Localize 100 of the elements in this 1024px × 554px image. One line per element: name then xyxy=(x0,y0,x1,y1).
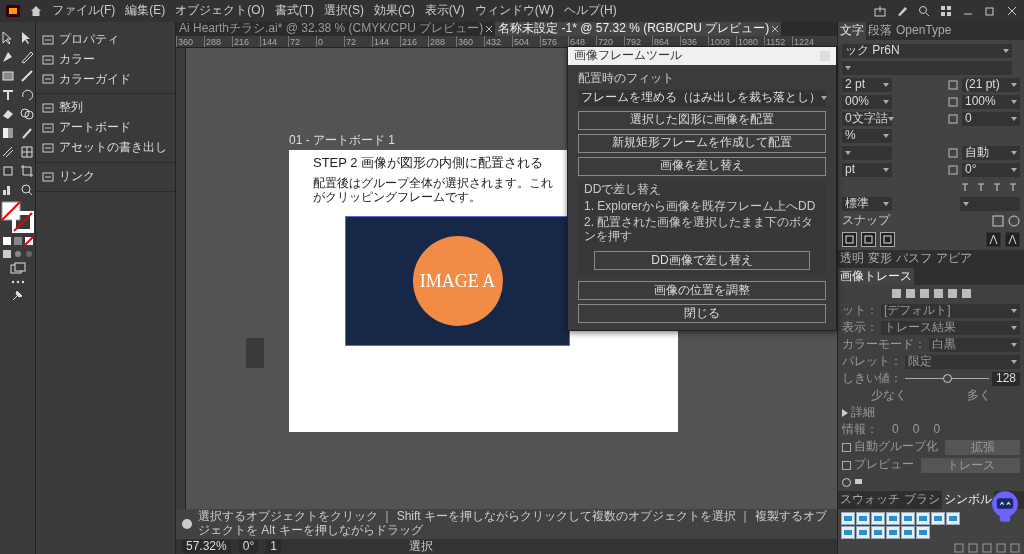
caret-icon xyxy=(883,134,889,139)
ruler-number: 216 xyxy=(400,36,428,47)
text-setting-field[interactable]: % xyxy=(842,129,892,144)
panel-name[interactable]: カラーガイド xyxy=(59,72,131,87)
caret-icon xyxy=(883,83,889,88)
artboard-field[interactable]: 1 xyxy=(266,539,281,554)
snap-bounds-icon[interactable] xyxy=(880,232,895,248)
font-style-field[interactable] xyxy=(842,61,1012,76)
crop-tool-icon[interactable] xyxy=(19,163,35,179)
zoom-field[interactable]: 57.32% xyxy=(182,539,231,554)
menu-item[interactable]: ヘルプ(H) xyxy=(564,4,617,18)
close-icon[interactable] xyxy=(486,26,493,32)
panel-name[interactable]: アセットの書き出し xyxy=(59,141,167,155)
panel-name[interactable]: アートボード xyxy=(59,121,131,135)
text-setting-field[interactable]: 自動 xyxy=(962,146,1020,161)
blend-tool-icon[interactable] xyxy=(0,144,16,160)
text-setting-field[interactable]: (21 pt) xyxy=(962,78,1020,93)
text-setting-field[interactable]: 2 pt xyxy=(842,78,892,93)
menu-item[interactable]: 編集(E) xyxy=(125,4,166,18)
zoom-icon[interactable] xyxy=(19,182,35,198)
image-label: IMAGE A xyxy=(419,271,496,292)
menu-item[interactable]: ファイル(F) xyxy=(52,4,116,18)
caret-icon xyxy=(845,151,851,156)
caret-icon xyxy=(1003,49,1009,54)
caret-icon xyxy=(963,202,969,207)
fill-stroke-swatch-icon[interactable] xyxy=(0,201,35,233)
pin-icon[interactable] xyxy=(10,288,25,302)
action-button[interactable]: 画像の位置を調整 xyxy=(578,281,826,300)
draw-mode-icon[interactable] xyxy=(0,249,35,259)
panel-tab[interactable]: 文字 xyxy=(838,22,866,40)
bar-symbol-icon[interactable] xyxy=(856,512,870,526)
caret-icon xyxy=(887,117,894,122)
action-button[interactable]: 画像を差し替え xyxy=(578,156,826,176)
mesh-tool-icon[interactable] xyxy=(19,144,35,160)
menu-item[interactable]: 選択(S) xyxy=(324,4,364,18)
panel-name[interactable]: リンク xyxy=(59,169,95,184)
bar-symbol-icon[interactable] xyxy=(841,512,855,526)
close-icon[interactable] xyxy=(1006,5,1018,17)
pencil-tool-icon[interactable] xyxy=(19,49,35,65)
rectangle-tool-icon[interactable] xyxy=(0,68,16,84)
document-tab[interactable]: Ai Hearthチラシ.ai* @ 32.38 % (CMYK/CPU プレビュー) xyxy=(176,22,496,36)
menu-item[interactable]: オブジェクト(O) xyxy=(175,4,265,18)
menu-item[interactable]: 書式(T) xyxy=(274,4,314,18)
font-family-field[interactable]: ック Pr6N xyxy=(842,44,1012,59)
color-mode-icon[interactable] xyxy=(0,236,35,246)
snap-icon[interactable] xyxy=(992,215,1004,228)
snap-glyph-icon[interactable] xyxy=(842,232,857,248)
menu-item[interactable]: ウィンドウ(W) xyxy=(474,4,554,18)
status-hint: 選択するオブジェクトをクリック ｜ Shift キーを押しながらクリックして複数のオブジェクトを選択 ｜ 複製するオブジェクトを Alt キーを押しながらドラッグ xyxy=(198,510,828,538)
bar-symbol-icon[interactable] xyxy=(871,512,885,526)
home-icon[interactable] xyxy=(30,5,42,17)
snap-baseline-icon[interactable] xyxy=(861,232,876,248)
document-tab[interactable]: 名称未設定 -1* @ 57.32 % (RGB/CPU プレビュー) xyxy=(495,22,782,36)
text-setting-field[interactable]: 0文字詰 xyxy=(842,112,892,127)
antialias-field[interactable] xyxy=(960,197,1020,212)
ruler-number: 288 xyxy=(428,36,456,47)
artboard-caption: 配置後はグループ全体が選択されます。これがクリッピングフレームです。 xyxy=(313,176,554,205)
type-tool-icon[interactable] xyxy=(0,87,16,103)
pen-icon[interactable] xyxy=(896,5,908,17)
app-logo-icon[interactable] xyxy=(6,5,20,17)
info-value: 0 xyxy=(892,423,899,437)
dd-replace-button[interactable]: DD画像で差し替え xyxy=(594,251,810,270)
panel-name[interactable]: 整列 xyxy=(59,101,83,116)
panel-tab[interactable]: 段落 xyxy=(866,22,894,40)
more-icon[interactable] xyxy=(9,279,26,285)
menu-item[interactable]: 表示(V) xyxy=(424,4,465,18)
text-setting-field[interactable] xyxy=(842,146,892,161)
setting-icon xyxy=(948,165,958,176)
rotation-field[interactable]: 0° xyxy=(238,539,259,554)
info-icon[interactable] xyxy=(1008,215,1020,228)
text-setting-field[interactable]: 0 xyxy=(962,112,1020,127)
close-icon[interactable] xyxy=(772,26,779,32)
panel-tab[interactable]: シンボル xyxy=(942,491,994,510)
fit-dropdown[interactable]: フレームを埋める（はみ出しを裁ち落とし） xyxy=(578,89,826,107)
screen-mode-icon[interactable] xyxy=(9,262,26,276)
panel-tab[interactable]: OpenType xyxy=(894,22,954,40)
panel-tab[interactable]: ブラシ xyxy=(902,491,942,510)
text-setting-field[interactable]: 0° xyxy=(962,163,1020,178)
share-icon[interactable] xyxy=(874,5,886,17)
panel-name[interactable]: プロパティ xyxy=(59,33,119,47)
text-setting-field[interactable]: pt xyxy=(842,163,892,178)
text-setting-field[interactable]: 100% xyxy=(962,95,1020,110)
shape-builder-tool-icon[interactable] xyxy=(19,106,35,122)
gradient-tool-icon[interactable] xyxy=(0,125,16,141)
caret-icon xyxy=(883,202,889,207)
search-icon[interactable] xyxy=(918,5,930,17)
artboard-tool-icon[interactable] xyxy=(0,163,16,179)
action-button[interactable]: 選択した図形に画像を配置 xyxy=(578,110,826,130)
panel-tab[interactable]: スウォッチ xyxy=(838,491,902,510)
restore-icon[interactable] xyxy=(984,5,996,17)
language-field[interactable]: 標準 xyxy=(842,197,892,212)
panel-name[interactable]: カラー xyxy=(59,52,95,67)
menu-item[interactable]: 効果(C) xyxy=(374,4,415,18)
rotate-tool-icon[interactable] xyxy=(19,87,35,103)
option-label: プレビュー xyxy=(854,458,914,473)
text-setting-field[interactable]: 00% xyxy=(842,95,892,110)
action-button[interactable]: 閉じる xyxy=(578,304,826,323)
brush-tool-icon[interactable] xyxy=(19,68,35,84)
action-button[interactable]: 新規矩形フレームを作成して配置 xyxy=(578,133,826,153)
bar-symbol-icon[interactable] xyxy=(886,512,900,526)
